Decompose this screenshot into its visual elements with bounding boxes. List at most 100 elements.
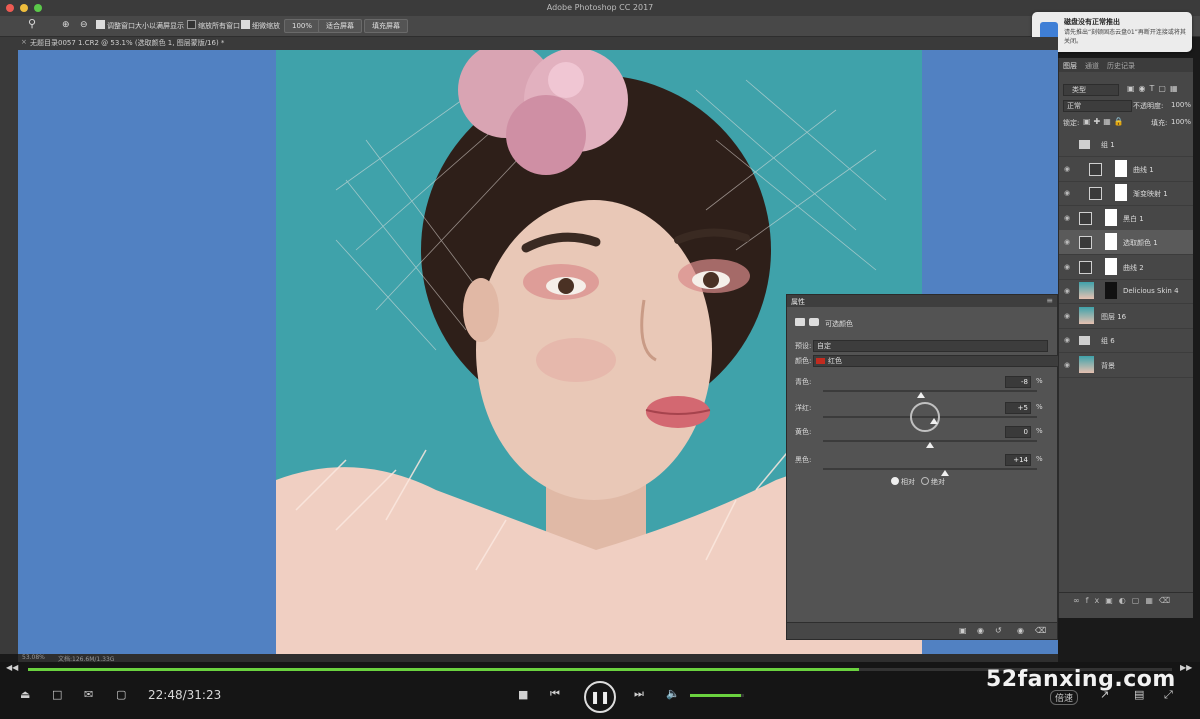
slider-value-input[interactable]: +5 bbox=[1005, 402, 1031, 414]
rewind-icon[interactable]: ◀◀ bbox=[6, 663, 18, 672]
layer-mask-thumbnail[interactable] bbox=[1105, 208, 1117, 226]
layer-row[interactable]: ◉ 曲线 2 bbox=[1059, 255, 1193, 280]
next-icon[interactable]: ⏭ bbox=[634, 687, 644, 701]
layer-action-icons[interactable]: ∞fx▣◐▢▦⌫ bbox=[1073, 596, 1176, 605]
layer-filter-select[interactable]: 类型 bbox=[1063, 84, 1119, 96]
reset-icon[interactable]: ↺ bbox=[995, 626, 1002, 635]
layer-name: 图层 16 bbox=[1101, 312, 1127, 321]
layer-row[interactable]: ◉ 选取颜色 1 bbox=[1059, 230, 1193, 255]
layer-name: 曲线 2 bbox=[1123, 263, 1144, 272]
fill-screen-button[interactable]: 填充屏幕 bbox=[364, 19, 408, 33]
panel-menu-icon[interactable]: ≡ bbox=[1046, 296, 1053, 305]
visibility-eye-icon[interactable]: ◉ bbox=[1064, 189, 1070, 197]
visibility-eye-icon[interactable]: ◉ bbox=[1064, 214, 1070, 222]
layer-mask-thumbnail[interactable] bbox=[1105, 282, 1117, 299]
volume-slider[interactable] bbox=[690, 694, 744, 697]
lock-icons[interactable]: ▣✚▦🔒 bbox=[1083, 117, 1127, 126]
visibility-eye-icon[interactable]: ◉ bbox=[1064, 336, 1070, 344]
visibility-icon[interactable]: ◉ bbox=[1017, 626, 1024, 635]
fullscreen-icon[interactable]: ⤢ bbox=[1164, 688, 1173, 702]
zoom-all-label: 缩放所有窗口 bbox=[198, 22, 240, 30]
speed-button[interactable]: 倍速 bbox=[1050, 690, 1079, 705]
layer-row[interactable]: ◉ 黑白 1 bbox=[1059, 206, 1193, 231]
resize-windows-checkbox[interactable]: 调整窗口大小以满屏显示 bbox=[96, 20, 184, 32]
filter-icons[interactable]: ▣◉T▢▦ bbox=[1127, 84, 1182, 93]
properties-panel-header[interactable]: 属性 ≡ bbox=[787, 295, 1057, 307]
preset-select[interactable]: 自定 bbox=[813, 340, 1048, 352]
visibility-eye-icon[interactable]: ◉ bbox=[1064, 165, 1070, 173]
pause-button[interactable]: ❚❚ bbox=[584, 681, 616, 713]
method-absolute-radio[interactable]: 绝对 bbox=[921, 477, 945, 487]
layer-mask-thumbnail[interactable] bbox=[1105, 233, 1117, 250]
notification-title: 磁盘没有正常推出 bbox=[1064, 18, 1120, 26]
layer-mask-thumbnail[interactable] bbox=[1105, 257, 1117, 275]
clip-to-layer-icon[interactable]: ▣ bbox=[959, 626, 967, 635]
slider-knob[interactable] bbox=[940, 470, 949, 476]
slider-track[interactable] bbox=[823, 468, 1037, 476]
slider-label: 黑色: bbox=[795, 456, 812, 464]
layer-row[interactable]: ◉ 曲线 1 bbox=[1059, 157, 1193, 182]
tab-channels[interactable]: 通道 bbox=[1085, 61, 1099, 71]
tab-layers[interactable]: 图层 bbox=[1063, 61, 1077, 71]
slider-track[interactable] bbox=[823, 440, 1037, 448]
chapter-icon[interactable]: □ bbox=[52, 688, 62, 701]
mask-icon[interactable] bbox=[809, 318, 819, 326]
document-tab[interactable]: × 无题目录0057 1.CR2 @ 53.1% (选取颜色 1, 图层蒙版/1… bbox=[18, 37, 1058, 50]
layers-panel[interactable]: 图层 通道 历史记录 类型 ▣◉T▢▦ 正常 不透明度: 100% 锁定: ▣✚… bbox=[1058, 58, 1193, 618]
forward-icon[interactable]: ▶▶ bbox=[1180, 663, 1192, 672]
scrubby-zoom-checkbox[interactable]: 细微缩放 bbox=[241, 20, 280, 32]
visibility-eye-icon[interactable]: ◉ bbox=[1064, 361, 1070, 369]
layer-mask-thumbnail[interactable] bbox=[1115, 159, 1127, 177]
stop-icon[interactable]: ■ bbox=[518, 688, 528, 701]
fit-screen-button[interactable]: 适合屏幕 bbox=[318, 19, 362, 33]
close-tab-icon[interactable]: × bbox=[21, 38, 27, 46]
slider-label: 洋红: bbox=[795, 404, 812, 412]
status-zoom[interactable]: 53.08% bbox=[22, 654, 45, 661]
slider-value-input[interactable]: -8 bbox=[1005, 376, 1031, 388]
blend-mode-select[interactable]: 正常 bbox=[1063, 100, 1132, 112]
layer-row[interactable]: ◉ Delicious Skin 4 bbox=[1059, 279, 1193, 304]
opacity-value[interactable]: 100% bbox=[1171, 101, 1191, 109]
layer-row[interactable]: 组 1 bbox=[1059, 132, 1193, 157]
colors-select[interactable]: 红色 bbox=[813, 355, 1059, 367]
tab-history[interactable]: 历史记录 bbox=[1107, 61, 1135, 71]
gift-icon[interactable]: ▤ bbox=[1134, 688, 1144, 701]
slider-value-input[interactable]: 0 bbox=[1005, 426, 1031, 438]
slider-value-input[interactable]: +14 bbox=[1005, 454, 1031, 466]
colors-select-value: 红色 bbox=[828, 357, 842, 365]
zoom-100-button[interactable]: 100% bbox=[284, 19, 321, 33]
zoom-out-icon[interactable]: ⊖ bbox=[80, 19, 88, 31]
properties-tab[interactable]: 属性 bbox=[791, 297, 805, 307]
layers-panel-tabs: 图层 通道 历史记录 bbox=[1059, 58, 1193, 72]
slider-knob[interactable] bbox=[926, 442, 934, 448]
zoom-in-icon[interactable]: ⊕ bbox=[62, 19, 70, 31]
zoom-all-checkbox[interactable]: 缩放所有窗口 bbox=[187, 20, 240, 32]
view-previous-icon[interactable]: ◉ bbox=[977, 626, 984, 635]
visibility-eye-icon[interactable]: ◉ bbox=[1064, 263, 1070, 271]
slider-knob[interactable] bbox=[917, 392, 926, 398]
layer-row[interactable]: ◉ 图层 16 bbox=[1059, 304, 1193, 329]
layer-row[interactable]: ◉ 渐变映射 1 bbox=[1059, 181, 1193, 206]
fill-value[interactable]: 100% bbox=[1171, 118, 1191, 126]
slider-track[interactable] bbox=[823, 390, 1037, 398]
screen-icon[interactable]: ▢ bbox=[116, 688, 126, 701]
layer-row[interactable]: ◉ 背景 bbox=[1059, 353, 1193, 378]
subtitle-icon[interactable]: ✉ bbox=[84, 688, 93, 701]
eject-icon[interactable]: ⏏ bbox=[20, 688, 30, 701]
properties-panel[interactable]: 属性 ≡ 可选颜色 预设: 自定 颜色: 红色 青色: -8% 洋红: +5% 黄色: 0… bbox=[786, 294, 1059, 640]
volume-icon[interactable]: 🔈 bbox=[666, 687, 680, 700]
layer-mask-thumbnail[interactable] bbox=[1115, 184, 1127, 201]
watermark: 52fanxing.com bbox=[986, 667, 1176, 692]
delete-icon[interactable]: ⌫ bbox=[1035, 626, 1046, 635]
visibility-eye-icon[interactable]: ◉ bbox=[1064, 287, 1070, 295]
visibility-eye-icon[interactable]: ◉ bbox=[1064, 312, 1070, 320]
share-icon[interactable]: ↗ bbox=[1100, 688, 1109, 701]
toolbox[interactable] bbox=[0, 37, 18, 654]
zoom-tool-icon[interactable]: ⚲ bbox=[28, 18, 36, 30]
opacity-label: 不透明度: bbox=[1133, 102, 1164, 110]
layer-row[interactable]: ◉ 组 6 bbox=[1059, 328, 1193, 353]
visibility-eye-icon[interactable]: ◉ bbox=[1064, 238, 1070, 246]
previous-icon[interactable]: ⏮ bbox=[550, 687, 560, 701]
method-relative-radio[interactable]: 相对 bbox=[891, 477, 915, 487]
gradmap-adjustment-icon bbox=[1089, 187, 1102, 200]
